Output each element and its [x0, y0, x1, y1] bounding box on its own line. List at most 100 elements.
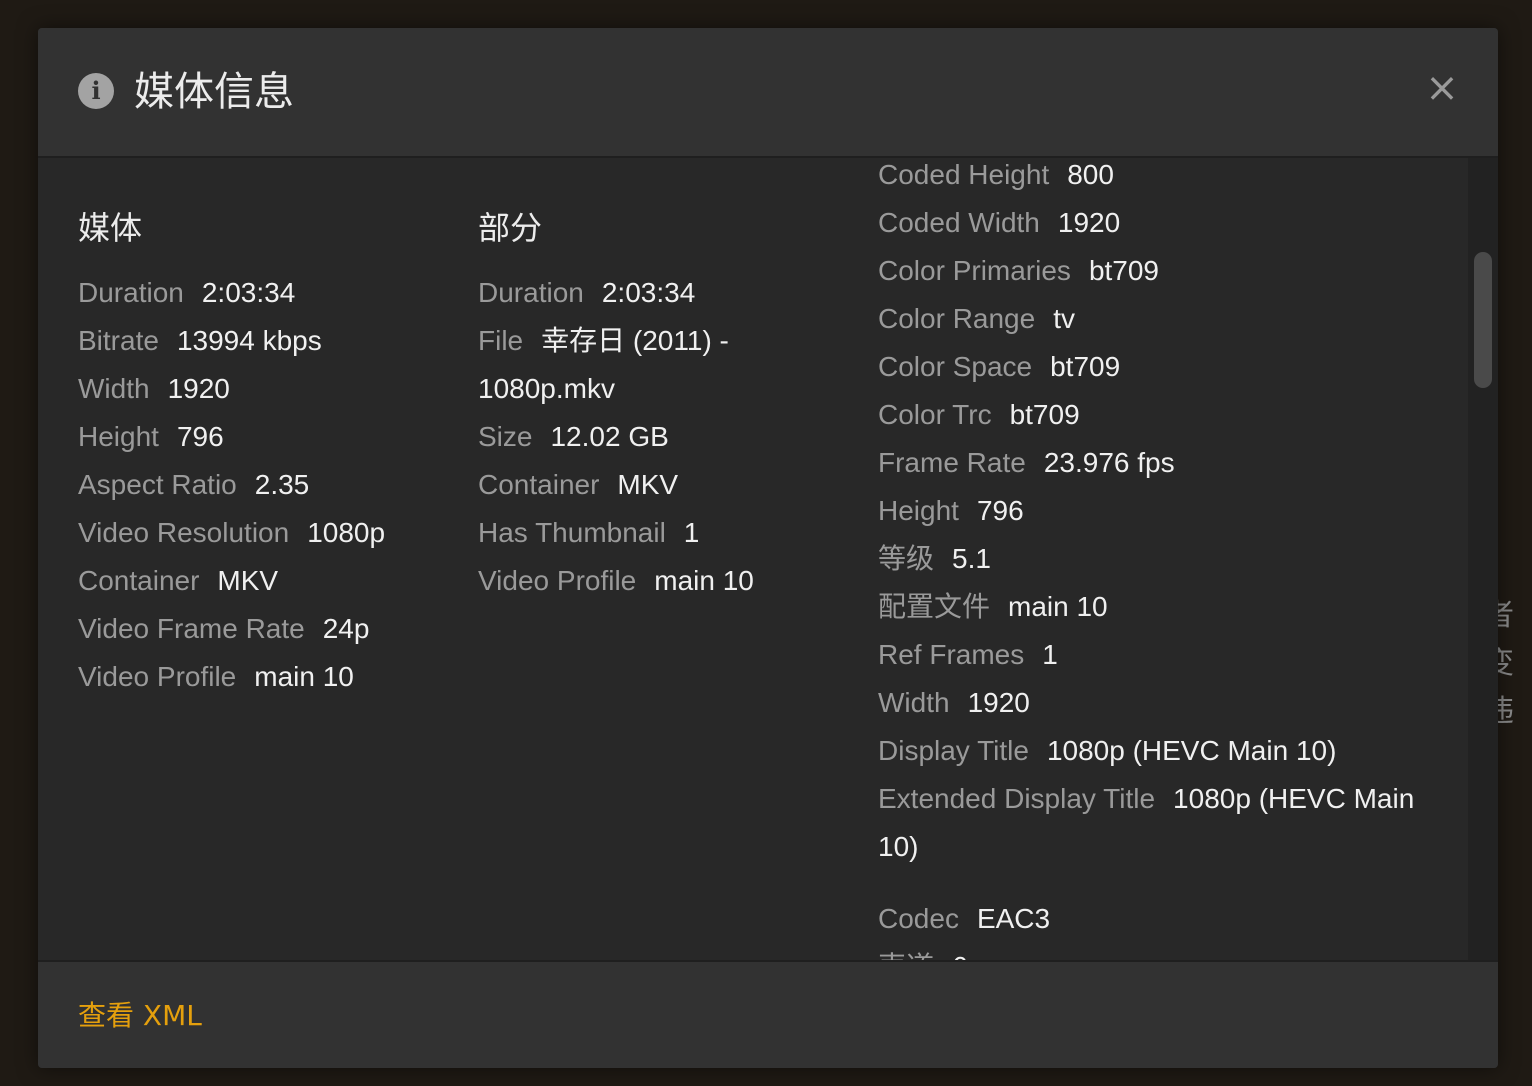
- video-stream-label: Width: [878, 687, 950, 718]
- part-row-label: Container: [478, 469, 600, 500]
- part-row-label: Video Profile: [478, 565, 637, 596]
- media-row: Video Frame Rate 24p: [78, 605, 448, 653]
- video-stream-label: Color Primaries: [878, 255, 1071, 286]
- media-row: Height 796: [78, 413, 448, 461]
- video-stream-row: Width 1920: [878, 679, 1458, 727]
- media-info-dialog: i 媒体信息 × 媒体 Duration 2:03:34 Bitrate 13994…: [38, 28, 1498, 1068]
- media-row: Container MKV: [78, 557, 448, 605]
- info-icon: i: [78, 73, 114, 109]
- video-stream-row: Color Range tv: [878, 295, 1458, 343]
- part-column: 部分 Duration 2:03:34 File 幸存日 (2011) - 1080…: [478, 200, 848, 605]
- video-stream-label: Coded Width: [878, 207, 1040, 238]
- audio-stream-label: Codec: [878, 903, 959, 934]
- video-stream-row: Coded Height 800: [878, 158, 1458, 199]
- dialog-title: 媒体信息: [134, 69, 294, 115]
- part-row-label: Has Thumbnail: [478, 517, 666, 548]
- part-row-label: Size: [478, 421, 533, 452]
- audio-stream-row: Codec EAC3: [878, 895, 1458, 943]
- media-row-label: Aspect Ratio: [78, 469, 237, 500]
- media-row: Bitrate 13994 kbps: [78, 317, 448, 365]
- video-stream-label: Color Space: [878, 351, 1033, 382]
- part-row-label: File: [478, 325, 524, 356]
- video-stream-row: Extended Display Title 1080p (HEVC Main 1…: [878, 775, 1458, 871]
- video-stream-label: Color Range: [878, 303, 1036, 334]
- video-stream-label: Color Trc: [878, 399, 992, 430]
- video-stream-value: 800: [1067, 159, 1114, 190]
- dialog-body[interactable]: 媒体 Duration 2:03:34 Bitrate 13994 kbps Wid…: [38, 158, 1498, 960]
- part-row-value: 2:03:34: [601, 277, 696, 308]
- part-heading: 部分: [478, 209, 543, 247]
- media-row: Aspect Ratio 2.35: [78, 461, 448, 509]
- part-row: Duration 2:03:34: [478, 269, 848, 317]
- video-stream-value: 1920: [967, 687, 1030, 718]
- part-row-label: Duration: [478, 277, 584, 308]
- scrollbar-thumb[interactable]: [1474, 252, 1492, 388]
- media-row-value: 2:03:34: [201, 277, 296, 308]
- media-row: Width 1920: [78, 365, 448, 413]
- part-row-value: MKV: [617, 469, 679, 500]
- video-stream-label: Frame Rate: [878, 447, 1026, 478]
- video-stream-value: 1920: [1057, 207, 1121, 238]
- video-stream-row: Color Trc bt709: [878, 391, 1458, 439]
- audio-stream-row: 声道 6: [878, 943, 1458, 960]
- part-row: Size 12.02 GB: [478, 413, 848, 461]
- media-row-value: MKV: [217, 565, 279, 596]
- video-stream-row: Color Primaries bt709: [878, 247, 1458, 295]
- media-row-value: 1920: [167, 373, 230, 404]
- video-stream-row: Coded Width 1920: [878, 199, 1458, 247]
- video-stream-row: 等级 5.1: [878, 535, 1458, 583]
- dialog-footer: 查看 XML: [38, 960, 1498, 1068]
- media-row-label: Container: [78, 565, 200, 596]
- video-stream-label: Display Title: [878, 735, 1029, 766]
- media-row-value: 13994 kbps: [176, 325, 322, 356]
- video-stream-value: 1080p (HEVC Main 10): [1046, 735, 1337, 766]
- video-stream-value: 796: [976, 495, 1024, 526]
- video-stream-value: main 10: [1008, 591, 1108, 622]
- audio-stream-value: 6: [952, 951, 968, 960]
- media-column: 媒体 Duration 2:03:34 Bitrate 13994 kbps Wid…: [78, 200, 448, 701]
- video-stream-row: Ref Frames 1: [878, 631, 1458, 679]
- media-row-value: 1080p: [307, 517, 386, 548]
- video-stream-label: 配置文件: [878, 591, 991, 622]
- media-row-label: Video Profile: [78, 661, 237, 692]
- stream-separator: [878, 871, 1458, 895]
- media-row-label: Video Frame Rate: [78, 613, 305, 644]
- part-row-value: 1: [683, 517, 700, 548]
- video-stream-value: 1: [1042, 639, 1058, 670]
- audio-stream-label: 声道: [878, 951, 934, 960]
- dialog-header: i 媒体信息 ×: [38, 28, 1498, 158]
- media-row-label: Video Resolution: [78, 517, 290, 548]
- audio-stream-value: EAC3: [976, 903, 1051, 934]
- video-stream-row: Height 796: [878, 487, 1458, 535]
- video-stream-label: Coded Height: [878, 159, 1050, 190]
- media-row-label: Width: [78, 373, 150, 404]
- video-stream-row: Color Space bt709: [878, 343, 1458, 391]
- media-row: Video Profile main 10: [78, 653, 448, 701]
- part-row: Has Thumbnail 1: [478, 509, 848, 557]
- part-row-value: 12.02 GB: [550, 421, 669, 452]
- video-stream-label: Ref Frames: [878, 639, 1025, 670]
- video-stream-value: 5.1: [952, 543, 991, 574]
- part-row: Video Profile main 10: [478, 557, 848, 605]
- media-row-label: Height: [78, 421, 159, 452]
- video-stream-value: tv: [1053, 303, 1075, 334]
- stream-column: Coded Height 800 Coded Width 1920 Color Pr…: [878, 158, 1458, 960]
- media-row: Duration 2:03:34: [78, 269, 448, 317]
- media-row-value: 796: [176, 421, 224, 452]
- part-row: Container MKV: [478, 461, 848, 509]
- video-stream-row: Display Title 1080p (HEVC Main 10): [878, 727, 1458, 775]
- close-button[interactable]: ×: [1422, 66, 1462, 110]
- video-stream-value: bt709: [1088, 255, 1160, 286]
- media-row: Video Resolution 1080p: [78, 509, 448, 557]
- video-stream-label: Height: [878, 495, 959, 526]
- media-row-label: Duration: [78, 277, 184, 308]
- video-stream-label: 等级: [878, 543, 935, 574]
- view-xml-link[interactable]: 查看 XML: [78, 994, 202, 1038]
- video-stream-label: Extended Display Title: [878, 783, 1156, 814]
- video-stream-value: bt709: [1050, 351, 1121, 382]
- media-row-value: 24p: [322, 613, 370, 644]
- media-row-value: main 10: [254, 661, 354, 692]
- media-row-value: 2.35: [254, 469, 310, 500]
- media-heading: 媒体: [78, 209, 143, 247]
- video-stream-row: 配置文件 main 10: [878, 583, 1458, 631]
